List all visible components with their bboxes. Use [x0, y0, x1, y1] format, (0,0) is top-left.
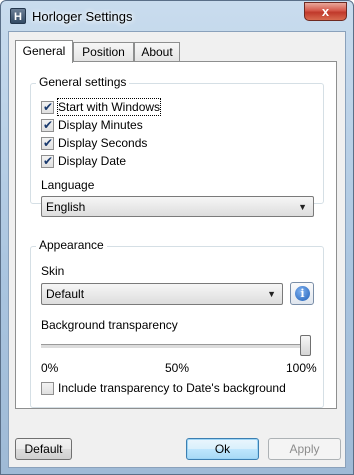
appearance-group: Appearance Skin Default ▼ i Background t…: [30, 238, 324, 408]
display-seconds-checkbox[interactable]: ✔: [41, 136, 54, 150]
appearance-title: Appearance: [36, 238, 107, 252]
check-mark-icon: ✔: [43, 154, 54, 168]
background-transparency-label: Background transparency: [41, 318, 178, 332]
display-date-label: Display Date: [58, 154, 127, 168]
display-minutes-label: Display Minutes: [58, 118, 143, 132]
language-value: English: [46, 200, 86, 214]
tick-0-label: 0%: [41, 361, 59, 375]
display-seconds-label: Display Seconds: [58, 136, 148, 150]
default-button[interactable]: Default: [15, 438, 72, 460]
title-bar[interactable]: H Horloger Settings x: [1, 1, 353, 31]
skin-select[interactable]: Default ▼: [41, 283, 283, 305]
client-area: General Position About General settings …: [8, 31, 346, 468]
tab-position[interactable]: Position: [73, 42, 134, 62]
tab-about[interactable]: About: [134, 42, 180, 62]
skin-label: Skin: [41, 264, 65, 278]
skin-value: Default: [46, 287, 85, 301]
close-button[interactable]: x: [304, 2, 347, 21]
window-title: Horloger Settings: [32, 9, 133, 24]
dropdown-arrow-icon: ▼: [298, 202, 307, 212]
transparency-slider-thumb[interactable]: [300, 335, 311, 356]
general-settings-title: General settings: [36, 75, 130, 89]
tick-50-label: 50%: [165, 361, 190, 375]
check-mark-icon: ✔: [43, 136, 54, 150]
info-icon: i: [295, 286, 310, 301]
dropdown-arrow-icon: ▼: [267, 289, 276, 299]
skin-info-button[interactable]: i: [290, 282, 314, 305]
check-mark-icon: ✔: [43, 100, 54, 114]
include-date-transparency-checkbox[interactable]: [41, 382, 54, 395]
start-with-windows-label: Start with Windows: [56, 98, 162, 116]
settings-window: H Horloger Settings x General Position A…: [0, 0, 354, 475]
check-mark-icon: ✔: [43, 118, 54, 132]
transparency-slider-track[interactable]: [41, 344, 311, 349]
general-tab-panel: General settings ✔ Start with Windows ✔ …: [15, 61, 337, 409]
ok-button[interactable]: Ok: [186, 438, 259, 460]
display-minutes-checkbox[interactable]: ✔: [41, 118, 54, 132]
app-icon: H: [10, 8, 26, 24]
language-label: Language: [41, 178, 95, 192]
include-date-transparency-label: Include transparency to Date's backgroun…: [58, 381, 286, 395]
tick-100-label: 100%: [286, 361, 317, 375]
tab-general[interactable]: General: [15, 40, 73, 63]
apply-button[interactable]: Apply: [268, 438, 341, 460]
language-select[interactable]: English ▼: [41, 196, 314, 217]
display-date-checkbox[interactable]: ✔: [41, 154, 54, 168]
start-with-windows-checkbox[interactable]: ✔: [41, 100, 54, 114]
general-settings-group: General settings ✔ Start with Windows ✔ …: [30, 75, 324, 217]
